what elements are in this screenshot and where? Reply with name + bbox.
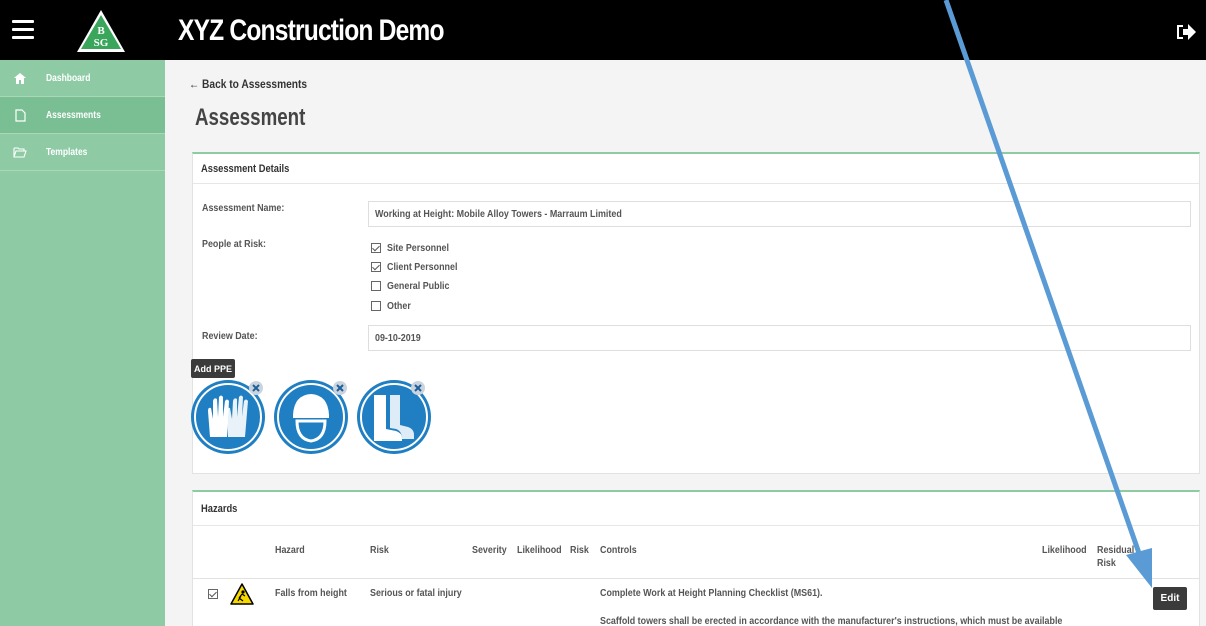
remove-ppe-icon[interactable] (249, 381, 263, 395)
menu-icon[interactable] (12, 20, 34, 40)
edit-hazard-button[interactable]: Edit (1153, 587, 1187, 610)
sidebar-item-templates[interactable]: Templates (0, 134, 165, 171)
review-date-label: Review Date: (202, 330, 258, 342)
hazard-control: Scaffold towers shall be erected in acco… (600, 615, 1063, 626)
hazards-panel: Hazards Hazard Risk Severity Likelihood … (192, 490, 1200, 626)
panel-heading: Assessment Details (193, 154, 1199, 184)
falling-hazard-warning-icon (230, 583, 254, 605)
home-icon (12, 71, 28, 85)
col-severity: Severity (472, 544, 507, 556)
assessment-name-label: Assessment Name: (202, 202, 285, 214)
hazard-row-checkbox[interactable] (208, 589, 218, 599)
folder-open-icon (12, 145, 28, 159)
col-risk: Risk (370, 544, 389, 556)
sidebar-item-dashboard[interactable]: Dashboard (0, 60, 165, 97)
bsg-logo: B SG (77, 10, 125, 52)
review-date-field[interactable]: 09-10-2019 (368, 325, 1191, 351)
top-bar: B SG XYZ Construction Demo (0, 0, 1206, 60)
svg-text:SG: SG (94, 37, 109, 49)
assessment-name-field[interactable]: Working at Height: Mobile Alloy Towers -… (368, 201, 1191, 227)
col-residual-risk: Residual Risk (1097, 544, 1135, 569)
back-link[interactable]: ← Back to Assessments (189, 77, 307, 91)
checkbox[interactable] (371, 262, 381, 272)
col-hazard: Hazard (275, 544, 305, 556)
checkbox[interactable] (371, 301, 381, 311)
sidebar-item-label: Dashboard (46, 72, 91, 84)
col-likelihood: Likelihood (517, 544, 562, 556)
checkbox-site-personnel[interactable]: Site Personnel (371, 242, 460, 254)
people-at-risk-label: People at Risk: (202, 238, 266, 250)
checkbox-client-personnel[interactable]: Client Personnel (371, 261, 470, 273)
sidebar-item-label: Assessments (46, 109, 101, 121)
sidebar: Dashboard Assessments Templates (0, 60, 165, 626)
page-title: Assessment (195, 104, 306, 131)
remove-ppe-icon[interactable] (411, 381, 425, 395)
main-content: ← Back to Assessments Assessment Assessm… (165, 60, 1206, 626)
checkbox[interactable] (371, 281, 381, 291)
checkbox[interactable] (371, 243, 381, 253)
sidebar-item-assessments[interactable]: Assessments (0, 97, 165, 134)
hazard-control: Complete Work at Height Planning Checkli… (600, 587, 823, 599)
sidebar-item-label: Templates (46, 146, 88, 158)
checkbox-general-public[interactable]: General Public (371, 280, 461, 292)
logout-icon[interactable] (1175, 22, 1197, 42)
hazard-name: Falls from height (275, 587, 347, 599)
col-controls: Controls (600, 544, 637, 556)
col-risk-rating: Risk (570, 544, 589, 556)
assessment-details-panel: Assessment Details Assessment Name: Work… (191, 152, 1200, 474)
add-ppe-button[interactable]: Add PPE (191, 359, 235, 378)
row-divider (193, 578, 1199, 579)
hazard-risk: Serious or fatal injury (370, 587, 462, 599)
app-title: XYZ Construction Demo (178, 14, 445, 47)
panel-heading: Hazards (193, 492, 1199, 526)
checkbox-other[interactable]: Other (371, 300, 415, 312)
file-icon (12, 108, 28, 122)
col-residual-likelihood: Likelihood (1042, 544, 1087, 556)
remove-ppe-icon[interactable] (333, 381, 347, 395)
svg-text:B: B (97, 25, 105, 37)
